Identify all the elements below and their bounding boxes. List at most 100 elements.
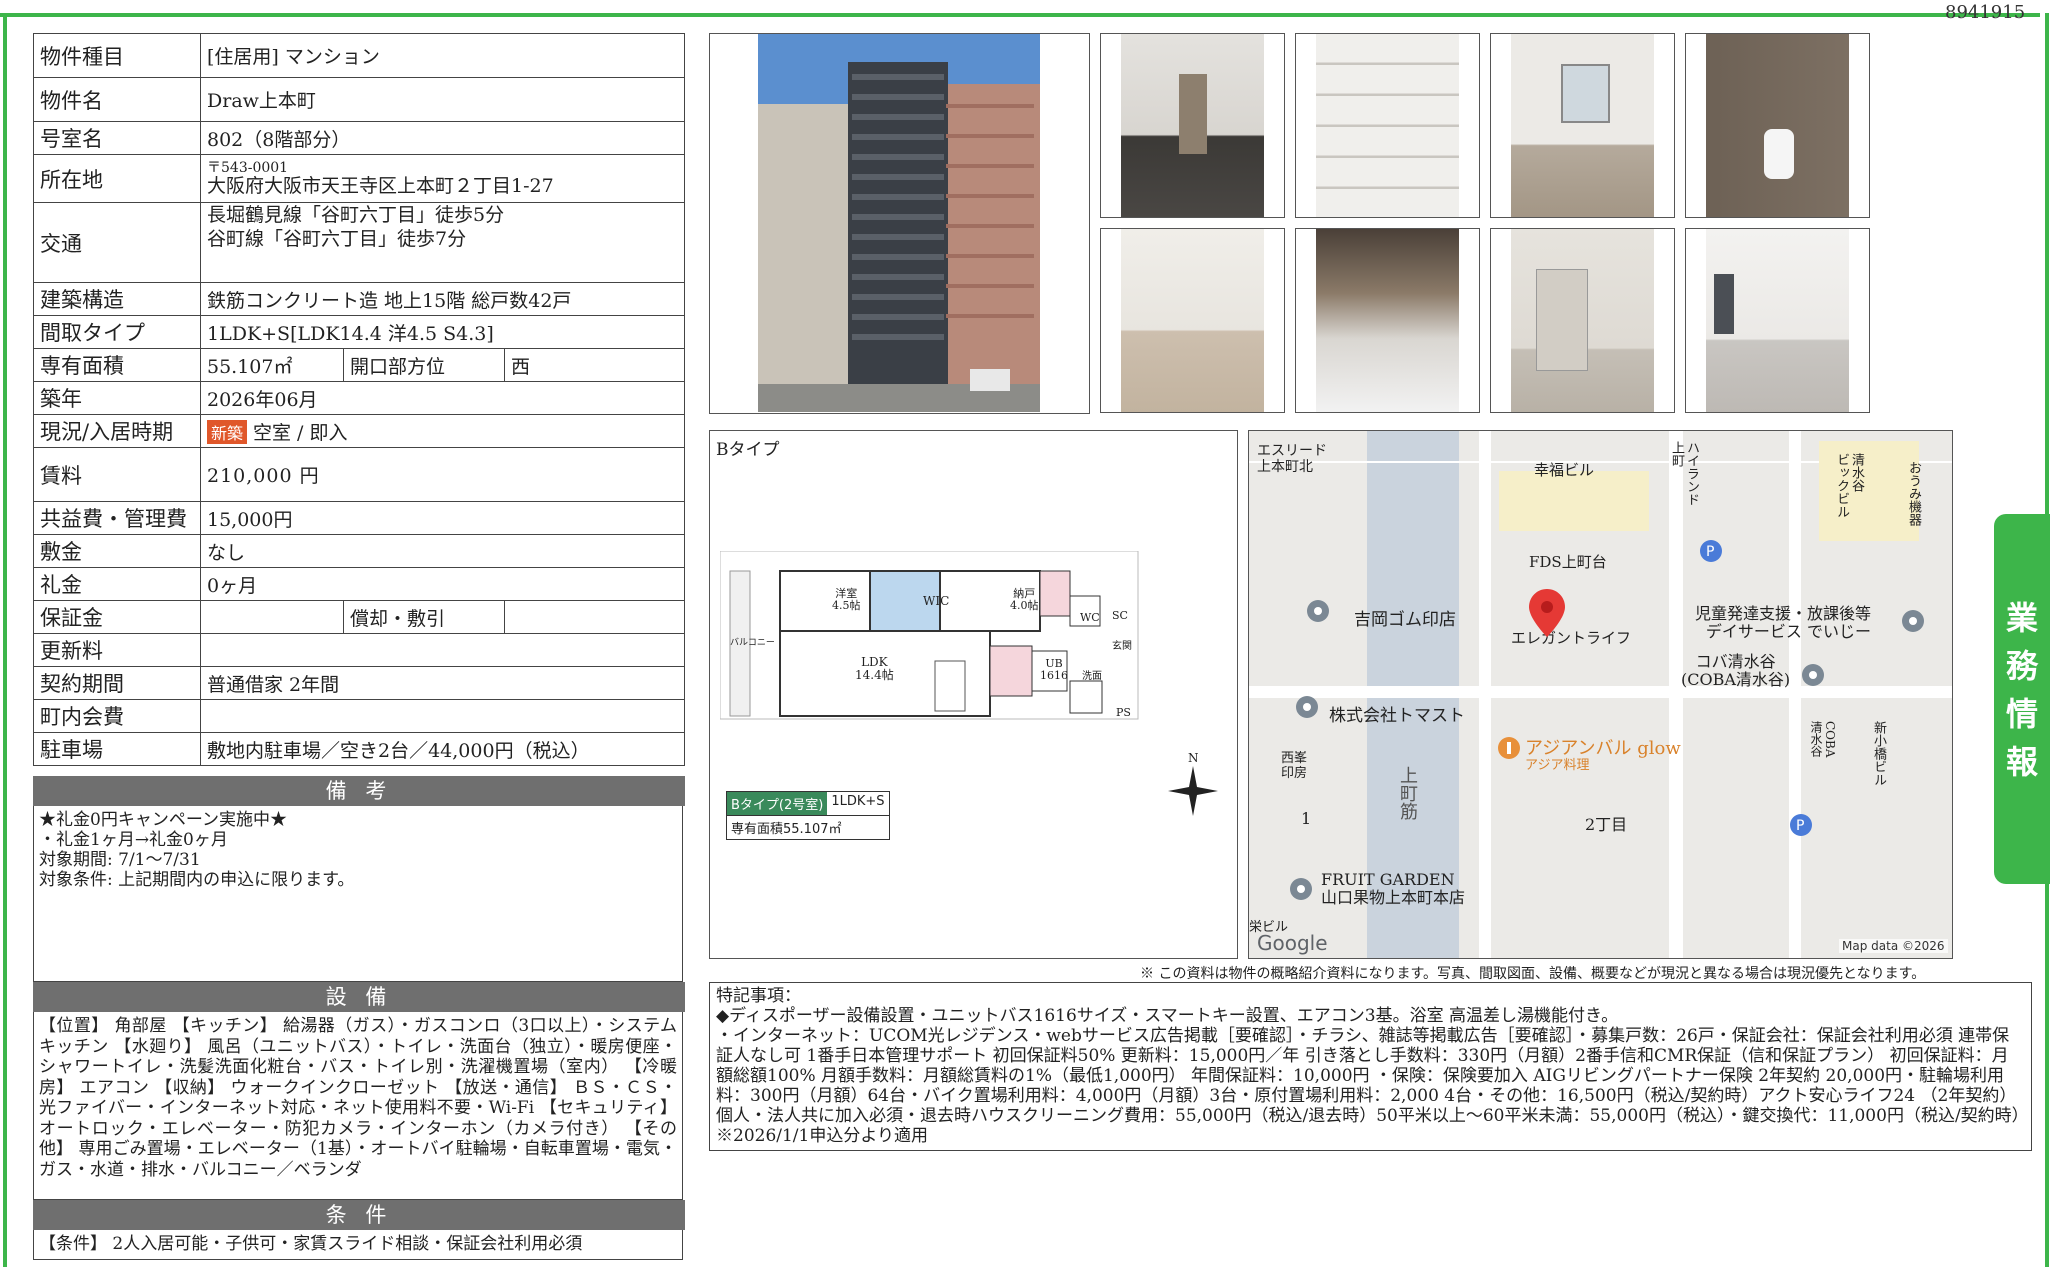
special-notes-box: 特記事項： ◆ディスポーザー設備設置・ユニットバス1616サイズ・スマートキー設… — [709, 982, 2032, 1151]
value-guarantee — [200, 600, 344, 634]
value-status: 空室 / 即入 — [253, 421, 348, 444]
label-address: 所在地 — [33, 154, 201, 203]
label-guarantee: 保証金 — [33, 600, 201, 634]
label-room: 号室名 — [33, 121, 201, 155]
poi-marker-icon[interactable] — [1901, 609, 1925, 633]
label-amortization: 償却・敷引 — [343, 600, 505, 634]
label-type: 物件種目 — [33, 33, 201, 78]
map-label: COBA 清水谷 — [1809, 721, 1837, 758]
room-wash: 洗面 — [1082, 671, 1102, 682]
frame-left-border — [3, 13, 7, 1267]
value-deposit: なし — [200, 534, 685, 568]
value-contract: 普通借家 2年間 — [200, 666, 685, 700]
room-photo-hallway — [1490, 228, 1675, 413]
value-layout: 1LDK+S[LDK14.4 洋4.5 S4.3] — [200, 315, 685, 349]
map-label: 児童発達支援・放課後等 デイサービス でいじー — [1695, 604, 1872, 641]
remarks-header: 備 考 — [33, 776, 685, 806]
label-mgmt-fee: 共益費・管理費 — [33, 501, 201, 535]
value-renewal — [200, 633, 685, 667]
value-orientation: 西 — [504, 348, 685, 382]
parking-icon[interactable]: P — [1789, 813, 1813, 837]
value-type: [住居用] マンション — [200, 33, 685, 78]
caption-layout: 1LDK+S — [831, 794, 885, 809]
value-amortization — [504, 600, 685, 634]
label-rent: 賃料 — [33, 447, 201, 502]
map-label: エスリード 上本町北 — [1257, 443, 1327, 475]
room-storage: 納戸 4.0帖 — [1010, 587, 1039, 612]
conditions-box: 【条件】 2人入居可能・子供可・家賃スライド相談・保証会社利用必須 — [33, 1230, 683, 1260]
map-label: おうみ機器 — [1906, 461, 1921, 526]
map-panel[interactable]: エスリード 上本町北 幸福ビル ハイランド 上町 清水谷 ビックビル おうみ機器… — [1248, 430, 1953, 959]
poi-marker-icon[interactable] — [1289, 877, 1313, 901]
room-western: 洋室 4.5帖 — [832, 587, 861, 612]
label-renewal: 更新料 — [33, 633, 201, 667]
value-community-fee — [200, 699, 685, 733]
value-name: Draw上本町 — [200, 77, 685, 122]
map-label: アジア料理 — [1525, 758, 1590, 773]
compass-n-label: N — [1188, 751, 1199, 765]
label-built: 築年 — [33, 381, 201, 415]
room-photo-bathroom — [1295, 228, 1480, 413]
label-status: 現況/入居時期 — [33, 414, 201, 448]
room-photo-toilet — [1685, 33, 1870, 218]
parking-icon[interactable]: P — [1699, 539, 1723, 563]
value-rent: 210,000 円 — [200, 447, 685, 502]
location-pin-icon[interactable] — [1529, 589, 1565, 637]
remark-line: ★礼金0円キャンペーン実施中★ — [39, 810, 287, 830]
room-ps: PS — [1116, 706, 1131, 719]
label-contract: 契約期間 — [33, 666, 201, 700]
business-info-tab-label: 業務情報 — [2005, 599, 2038, 781]
remark-line: 対象条件: 上記期間内の申込に限ります。 — [39, 870, 355, 890]
room-photo-living — [1685, 228, 1870, 413]
label-community-fee: 町内会費 — [33, 699, 201, 733]
postal-code: 〒543-0001 — [207, 159, 289, 176]
label-orientation: 開口部方位 — [343, 348, 505, 382]
room-sc: SC — [1112, 609, 1128, 622]
facilities-box: 【位置】 角部屋 【キッチン】 給湯器（ガス）・ガスコンロ（3口以上）・システム… — [33, 1012, 683, 1200]
special-notes-text: 特記事項： ◆ディスポーザー設備設置・ユニットバス1616サイズ・スマートキー設… — [716, 986, 2021, 1146]
room-wic: WIC — [923, 594, 950, 608]
new-build-badge: 新築 — [207, 419, 248, 444]
map-label: 新小橋ビル — [1871, 721, 1886, 786]
business-info-tab[interactable]: 業務情報 — [1994, 514, 2050, 884]
poi-marker-icon[interactable] — [1801, 663, 1825, 687]
room-wc: WC — [1080, 611, 1100, 624]
building-photo — [709, 33, 1090, 414]
remarks-box: ★礼金0円キャンペーン実施中★ ・礼金1ヶ月→礼金0ヶ月 対象期間: 7/1〜7… — [33, 806, 683, 982]
poi-marker-icon[interactable] — [1306, 599, 1330, 623]
map-label: 1 — [1301, 809, 1312, 828]
property-table: 物件種目 [住居用] マンション 物件名 Draw上本町 号室名 802（8階部分） … — [33, 33, 685, 766]
map-label: 株式会社トマスト — [1329, 706, 1465, 726]
value-structure: 鉄筋コンクリート造 地上15階 総戸数42戸 — [200, 282, 685, 316]
poi-marker-icon[interactable] — [1295, 695, 1319, 719]
access-line-1: 長堀鶴見線「谷町六丁目」徒歩5分 — [207, 204, 505, 226]
room-photo-closet — [1295, 33, 1480, 218]
map-label: コバ清水谷 (COBA清水谷) — [1681, 652, 1791, 689]
map-credit: Map data ©2026 — [1839, 939, 1948, 953]
label-layout: 間取タイプ — [33, 315, 201, 349]
room-photo-kitchen — [1100, 228, 1285, 413]
floorplan-panel: Bタイプ 洋室 4.5帖 WIC 納戸 4.0帖 LDK 14.4帖 UB 16… — [709, 430, 1238, 959]
building-illustration — [758, 34, 1040, 412]
svg-text:P: P — [1796, 818, 1804, 834]
map-label: 幸福ビル — [1534, 461, 1595, 479]
map-label: 上町筋 — [1397, 766, 1418, 820]
floorplan-drawing — [720, 551, 1139, 720]
room-entrance: 玄関 — [1112, 641, 1132, 652]
remark-line: ・礼金1ヶ月→礼金0ヶ月 — [39, 830, 228, 850]
caption-area: 専有面積55.107㎡ — [727, 815, 889, 839]
facilities-header: 設 備 — [33, 982, 685, 1012]
room-photo-entrance — [1100, 33, 1285, 218]
value-built: 2026年06月 — [200, 381, 685, 415]
room-balcony: バルコニー — [730, 638, 775, 648]
restaurant-marker-icon[interactable] — [1497, 736, 1521, 760]
value-room: 802（8階部分） — [200, 121, 685, 155]
label-key-money: 礼金 — [33, 567, 201, 601]
map-label: 吉岡ゴム印店 — [1354, 610, 1456, 630]
compass-icon — [1168, 766, 1218, 816]
map-label: 西峯 印房 — [1281, 751, 1308, 781]
remark-line: 対象期間: 7/1〜7/31 — [39, 850, 201, 870]
frame-top-border — [0, 13, 2040, 17]
map-label: FRUIT GARDEN 山口果物上本町本店 — [1321, 870, 1466, 907]
label-structure: 建築構造 — [33, 282, 201, 316]
